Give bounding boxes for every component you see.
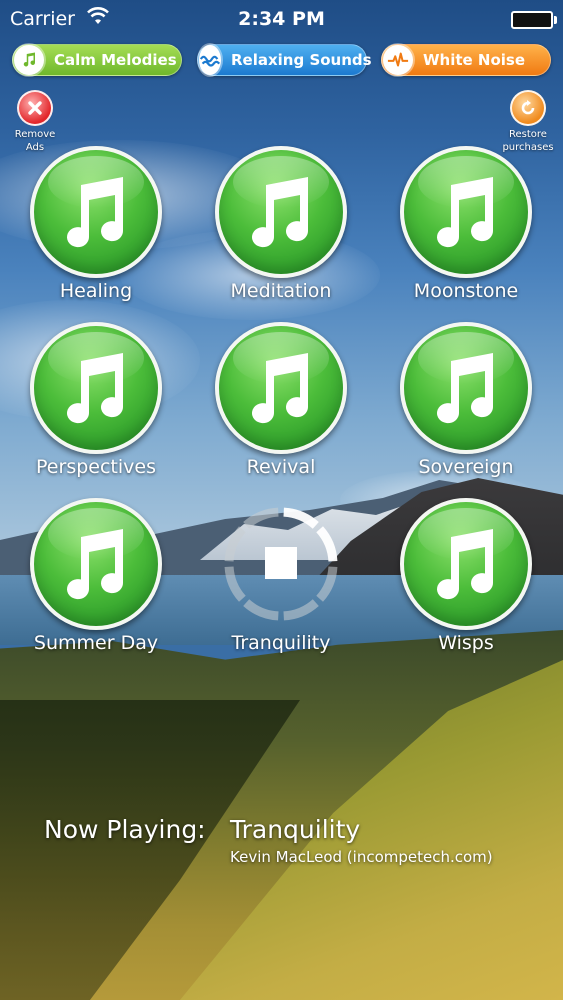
track-button xyxy=(30,322,162,454)
tab-calm-melodies[interactable]: Calm Melodies xyxy=(12,44,182,76)
track-label: Summer Day xyxy=(33,632,159,654)
waves-icon xyxy=(199,45,221,75)
track-label: Revival xyxy=(246,456,316,478)
music-note-icon xyxy=(67,177,124,248)
restore-icon xyxy=(510,90,546,126)
now-playing-artist: Kevin MacLeod (incompetech.com) xyxy=(230,848,493,866)
remove-ads-button[interactable]: Remove Ads xyxy=(5,90,65,154)
stop-icon[interactable] xyxy=(265,547,297,579)
track-label: Tranquility xyxy=(231,632,331,654)
music-note-icon xyxy=(437,177,494,248)
progress-segment xyxy=(243,507,279,529)
track-summer-day[interactable]: Summer Day xyxy=(21,498,171,654)
track-button xyxy=(215,322,347,454)
music-note-icon xyxy=(252,177,309,248)
track-label: Healing xyxy=(59,280,133,302)
progress-segment xyxy=(224,566,246,602)
track-label: Perspectives xyxy=(36,456,156,478)
track-perspectives[interactable]: Perspectives xyxy=(21,322,171,478)
track-label: Wisps xyxy=(438,632,494,654)
track-revival[interactable]: Revival xyxy=(206,322,356,478)
track-label: Meditation xyxy=(230,280,332,302)
now-playing-title: Tranquility xyxy=(230,815,361,844)
progress-segment xyxy=(283,599,319,621)
clock: 2:34 PM xyxy=(238,8,325,30)
track-button xyxy=(215,146,347,278)
music-note-icon xyxy=(67,353,124,424)
music-note-icon xyxy=(252,353,309,424)
progress-segment xyxy=(283,507,319,529)
track-button xyxy=(30,498,162,630)
track-label: Moonstone xyxy=(413,280,519,302)
track-button xyxy=(30,146,162,278)
tab-white-noise[interactable]: White Noise xyxy=(381,44,551,76)
battery-level xyxy=(514,14,550,26)
progress-segment xyxy=(316,526,338,562)
restore-purchases-button[interactable]: Restore purchases xyxy=(498,90,558,154)
tab-label: White Noise xyxy=(423,51,526,69)
tab-label: Calm Melodies xyxy=(54,51,177,69)
track-button xyxy=(400,498,532,630)
heartbeat-icon xyxy=(383,45,413,75)
tab-relaxing-sounds[interactable]: Relaxing Sounds xyxy=(197,44,372,76)
progress-segment xyxy=(224,526,246,562)
music-note-icon xyxy=(437,529,494,600)
track-button xyxy=(400,146,532,278)
track-sovereign[interactable]: Sovereign xyxy=(391,322,541,478)
track-tranquility[interactable]: Tranquility xyxy=(206,498,356,654)
music-note-icon xyxy=(437,353,494,424)
playback-progress-ring xyxy=(215,498,347,630)
progress-segment xyxy=(316,566,338,602)
tab-label: Relaxing Sounds xyxy=(231,51,372,69)
track-moonstone[interactable]: Moonstone xyxy=(391,146,541,302)
track-button xyxy=(400,322,532,454)
track-meditation[interactable]: Meditation xyxy=(206,146,356,302)
track-wisps[interactable]: Wisps xyxy=(391,498,541,654)
status-bar: Carrier 2:34 PM xyxy=(0,0,563,36)
music-note-icon xyxy=(14,45,44,75)
close-icon xyxy=(17,90,53,126)
music-note-icon xyxy=(67,529,124,600)
progress-segment xyxy=(243,599,279,621)
track-label: Sovereign xyxy=(418,456,514,478)
battery-icon xyxy=(511,11,557,29)
track-healing[interactable]: Healing xyxy=(21,146,171,302)
now-playing-label: Now Playing: xyxy=(44,815,206,844)
